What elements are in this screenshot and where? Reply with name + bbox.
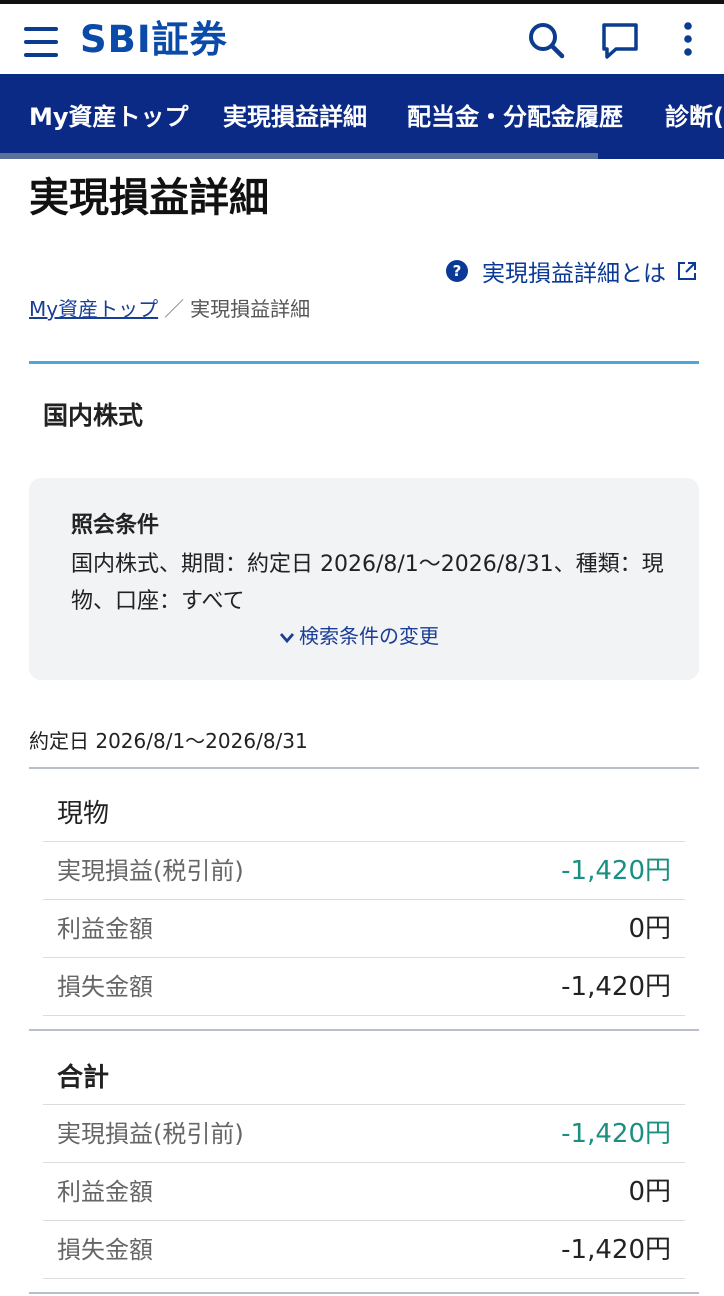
chat-bubble-icon[interactable] xyxy=(600,20,640,60)
conditions-text: 国内株式、期間：約定日 2026/8/1〜2026/8/31、種類：現物、口座：… xyxy=(71,552,664,614)
row-divider xyxy=(43,1278,685,1279)
breadcrumb-separator: ／ xyxy=(164,297,185,321)
help-link[interactable]: ? 実現損益詳細とは xyxy=(446,254,698,288)
breadcrumb-current: 実現損益詳細 xyxy=(190,297,311,321)
tab-my-assets-top[interactable]: My資産トップ xyxy=(29,100,189,134)
row-divider xyxy=(43,1015,685,1016)
row-label: 実現損益(税引前) xyxy=(57,1120,244,1148)
more-vertical-icon[interactable] xyxy=(670,20,710,60)
period-label: 約定日 2026/8/1〜2026/8/31 xyxy=(29,729,308,753)
row-value: 0円 xyxy=(628,914,671,944)
table-row: 損失金額 -1,420円 xyxy=(43,1220,685,1279)
group-title-spot: 現物 xyxy=(57,799,110,829)
row-value: -1,420円 xyxy=(561,856,671,886)
search-icon[interactable] xyxy=(526,20,566,60)
change-conditions-label: 検索条件の変更 xyxy=(299,624,439,648)
page-title: 実現損益詳細 xyxy=(29,175,269,221)
table-row: 実現損益(税引前) -1,420円 xyxy=(43,1104,685,1163)
table-row: 実現損益(税引前) -1,420円 xyxy=(43,841,685,900)
tab-diagnosis[interactable]: 診断( xyxy=(665,100,724,134)
external-link-icon xyxy=(678,262,696,280)
row-label: 損失金額 xyxy=(57,1236,153,1264)
sbi-logo[interactable]: SBI証券 xyxy=(80,18,228,62)
section-divider xyxy=(29,361,699,364)
row-label: 実現損益(税引前) xyxy=(57,857,244,885)
group-divider xyxy=(29,1292,699,1294)
query-conditions-box: 照会条件 国内株式、期間：約定日 2026/8/1〜2026/8/31、種類：現… xyxy=(29,478,699,680)
row-value: -1,420円 xyxy=(561,1235,671,1265)
breadcrumb: My資産トップ／実現損益詳細 xyxy=(29,294,310,324)
row-value: -1,420円 xyxy=(561,972,671,1002)
help-link-label: 実現損益詳細とは xyxy=(482,261,666,287)
chevron-down-icon xyxy=(279,632,295,643)
breadcrumb-home-link[interactable]: My資産トップ xyxy=(29,297,158,321)
conditions-label: 照会条件 xyxy=(71,513,160,538)
tab-nav: My資産トップ 実現損益詳細 配当金・分配金履歴 診断( xyxy=(0,74,724,159)
change-conditions-link[interactable]: 検索条件の変更 xyxy=(279,621,439,651)
row-value: -1,420円 xyxy=(561,1119,671,1149)
hamburger-menu-icon[interactable] xyxy=(24,27,58,57)
tab-scroll-indicator xyxy=(0,153,598,159)
table-row: 利益金額 0円 xyxy=(43,899,685,958)
table-row: 利益金額 0円 xyxy=(43,1162,685,1221)
group-divider xyxy=(29,1029,699,1031)
tab-dividend-history[interactable]: 配当金・分配金履歴 xyxy=(407,100,623,134)
group-title-total: 合計 xyxy=(57,1063,110,1093)
question-circle-icon: ? xyxy=(446,260,468,282)
tab-realized-pl-detail[interactable]: 実現損益詳細 xyxy=(223,100,367,134)
row-label: 利益金額 xyxy=(57,915,153,943)
section-title: 国内株式 xyxy=(43,401,144,430)
table-row: 損失金額 -1,420円 xyxy=(43,957,685,1016)
app-header: SBI証券 xyxy=(0,4,724,74)
row-label: 利益金額 xyxy=(57,1178,153,1206)
row-value: 0円 xyxy=(628,1177,671,1207)
row-label: 損失金額 xyxy=(57,973,153,1001)
group-divider xyxy=(29,767,699,769)
